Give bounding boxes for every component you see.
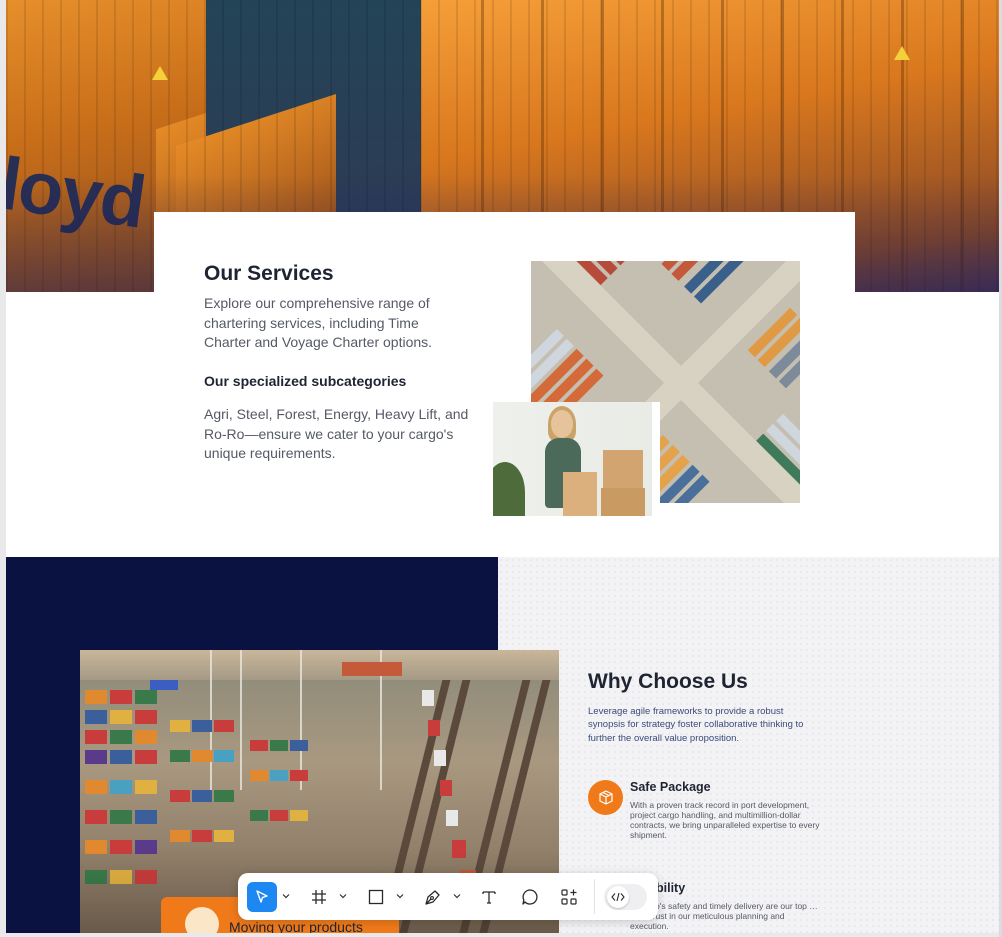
why-choose-us-title: Why Choose Us [588,670,748,693]
frame-icon [312,890,326,904]
move-tool-button[interactable] [247,882,277,912]
services-title: Our Services [204,262,334,285]
chevron-down-icon [282,894,290,899]
woman-with-boxes-image [493,402,660,516]
pen-icon [425,890,440,905]
chevron-down-icon [339,894,347,899]
globe-icon [185,907,219,933]
why-choose-us-description: Leverage agile frameworks to provide a r… [588,706,804,744]
pen-tool-dropdown[interactable] [452,890,462,902]
feature-description: …cargo's safety and timely delivery are … [630,901,818,931]
rectangle-icon [368,889,384,905]
feature-title: bility [656,881,686,895]
comment-tool-button[interactable] [515,882,545,912]
rectangle-tool-button[interactable] [361,882,391,912]
dev-mode-toggle[interactable] [604,884,647,910]
services-card: Our Services Explore our comprehensive r… [154,212,855,557]
package-icon [588,780,623,815]
cursor-icon [256,890,268,903]
services-description: Explore our comprehensive range of chart… [204,295,433,350]
chevron-down-icon [396,894,404,899]
text-icon [482,891,496,904]
code-icon [607,886,629,908]
toolbar-divider [594,879,595,914]
frame-tool-dropdown[interactable] [338,890,348,902]
move-tool-dropdown[interactable] [281,890,291,902]
components-tool-button[interactable] [554,882,584,912]
chevron-down-icon [453,894,461,899]
pen-tool-button[interactable] [418,882,448,912]
design-toolbar [238,873,658,920]
text-tool-button[interactable] [474,882,504,912]
rectangle-tool-dropdown[interactable] [395,890,405,902]
comment-icon [522,889,538,905]
components-icon [561,889,577,905]
services-subtitle: Our specialized subcategories [204,373,407,389]
feature-description: With a proven track record in port devel… [630,800,820,840]
frame-tool-button[interactable] [304,882,334,912]
services-sub-description: Agri, Steel, Forest, Energy, Heavy Lift,… [204,406,469,461]
feature-title: Safe Package [630,780,711,794]
design-canvas: loyd Our Services Explore our comprehens… [6,0,999,933]
moving-products-text: Moving your products [229,919,363,933]
